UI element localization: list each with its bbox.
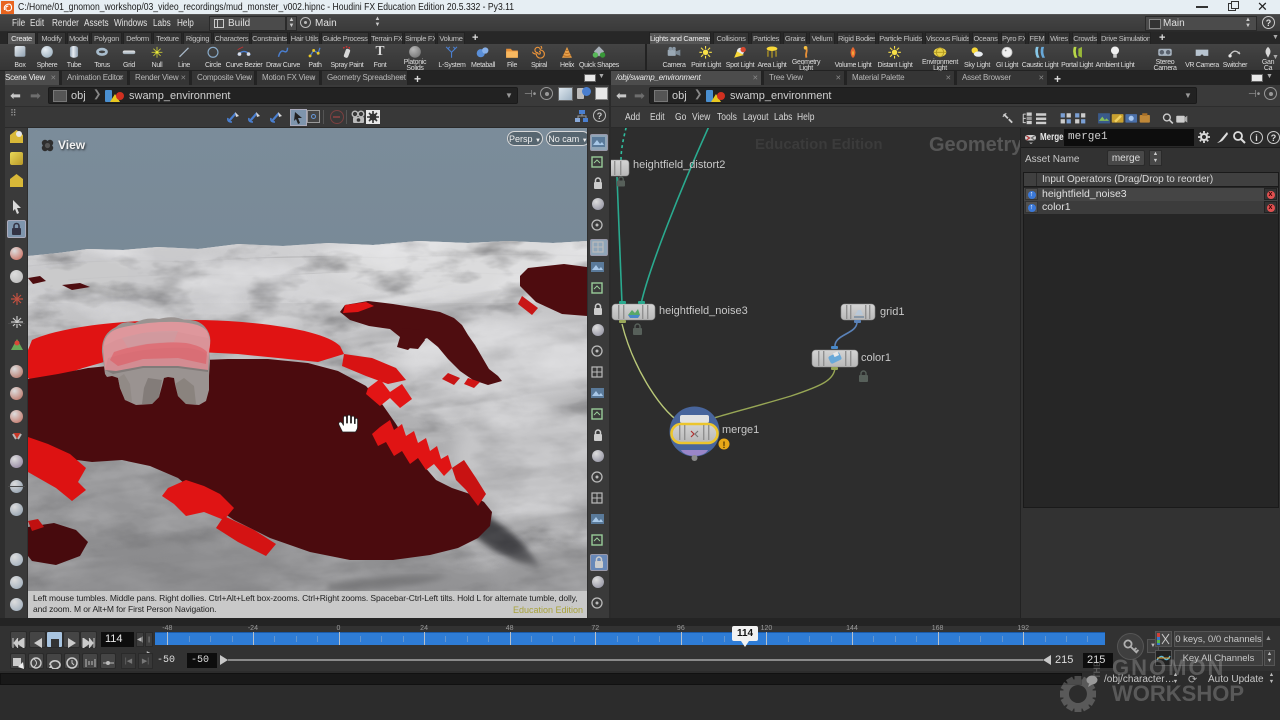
- svg-text:!: !: [723, 440, 726, 450]
